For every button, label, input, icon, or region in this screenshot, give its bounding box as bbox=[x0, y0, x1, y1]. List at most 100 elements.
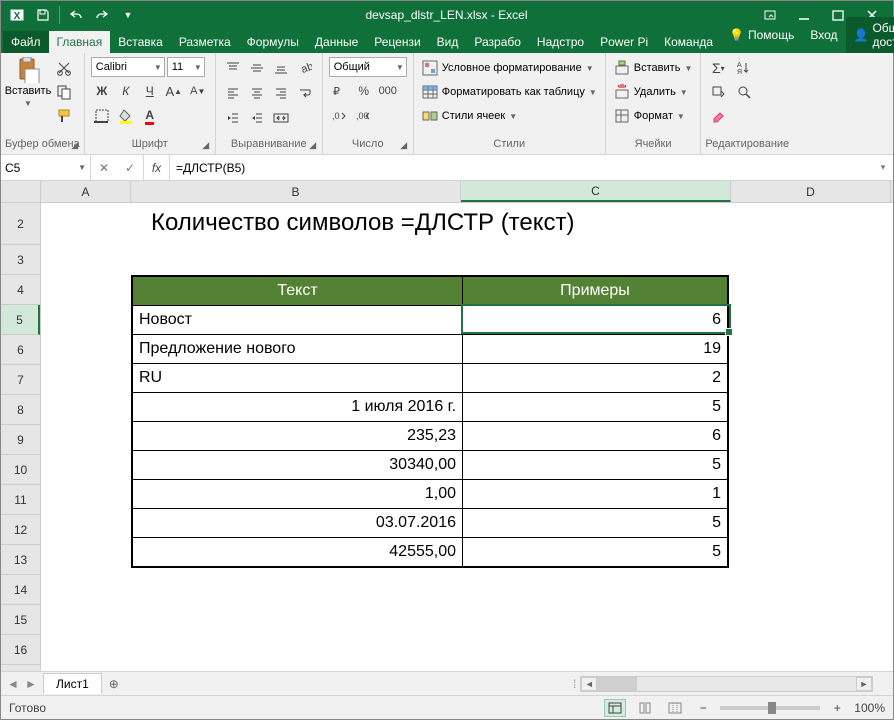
decrease-indent-icon[interactable] bbox=[222, 107, 244, 129]
table-cell-text[interactable]: 03.07.2016 bbox=[133, 509, 463, 537]
table-cell-value[interactable]: 5 bbox=[463, 509, 727, 537]
table-cell-value[interactable]: 19 bbox=[463, 335, 727, 363]
sheet-nav-prev-icon[interactable]: ◄ bbox=[5, 675, 21, 693]
undo-icon[interactable] bbox=[64, 3, 88, 27]
page-break-view-icon[interactable] bbox=[664, 699, 686, 717]
table-cell-value[interactable]: 6 bbox=[463, 422, 727, 450]
align-top-icon[interactable] bbox=[222, 57, 244, 79]
scroll-right-icon[interactable]: ► bbox=[856, 677, 872, 691]
table-cell-text[interactable]: 235,23 bbox=[133, 422, 463, 450]
cell-styles-button[interactable]: Стили ячеек▼ bbox=[420, 105, 599, 127]
italic-icon[interactable]: К bbox=[115, 80, 137, 102]
cancel-formula-icon[interactable]: ✕ bbox=[91, 155, 117, 181]
autosum-icon[interactable]: Σ▾ bbox=[707, 57, 729, 79]
format-as-table-button[interactable]: Форматировать как таблицу▼ bbox=[420, 81, 599, 103]
underline-icon[interactable]: Ч bbox=[139, 80, 161, 102]
row-header[interactable]: 8 bbox=[1, 395, 40, 425]
save-icon[interactable] bbox=[31, 3, 55, 27]
tab-addins[interactable]: Надстро bbox=[529, 31, 592, 53]
row-header[interactable]: 16 bbox=[1, 635, 40, 665]
delete-cells-button[interactable]: Удалить▼ bbox=[612, 81, 695, 103]
row-header[interactable]: 7 bbox=[1, 365, 40, 395]
align-left-icon[interactable] bbox=[222, 82, 244, 104]
align-right-icon[interactable] bbox=[270, 82, 292, 104]
row-header[interactable]: 14 bbox=[1, 575, 40, 605]
worksheet-grid[interactable]: Количество символов =ДЛСТР (текст) Текст… bbox=[41, 203, 893, 671]
page-layout-view-icon[interactable] bbox=[634, 699, 656, 717]
zoom-level[interactable]: 100% bbox=[854, 701, 885, 715]
share-button[interactable]: 👤Общий доступ bbox=[846, 17, 894, 53]
column-header[interactable]: C bbox=[461, 181, 731, 202]
tab-home[interactable]: Главная bbox=[49, 31, 111, 53]
table-cell-text[interactable]: 1 июля 2016 г. bbox=[133, 393, 463, 421]
tab-insert[interactable]: Вставка bbox=[110, 31, 171, 53]
horizontal-scrollbar[interactable]: ◄ ► bbox=[580, 676, 873, 692]
percent-icon[interactable]: % bbox=[353, 80, 375, 102]
add-sheet-icon[interactable]: ⊕ bbox=[102, 677, 126, 691]
cut-icon[interactable] bbox=[53, 57, 75, 79]
tab-developer[interactable]: Разрабо bbox=[466, 31, 529, 53]
row-header[interactable]: 5 bbox=[1, 305, 40, 335]
row-header[interactable]: 12 bbox=[1, 515, 40, 545]
table-cell-value[interactable]: 1 bbox=[463, 480, 727, 508]
sort-filter-icon[interactable]: АЯ bbox=[733, 57, 755, 79]
row-header[interactable]: 15 bbox=[1, 605, 40, 635]
increase-decimal-icon[interactable]: ,0 bbox=[329, 105, 351, 127]
border-icon[interactable] bbox=[91, 105, 113, 127]
table-cell-value[interactable]: 5 bbox=[463, 451, 727, 479]
font-dialog-icon[interactable]: ◢ bbox=[199, 138, 213, 152]
clipboard-dialog-icon[interactable]: ◢ bbox=[68, 138, 82, 152]
zoom-slider[interactable] bbox=[720, 706, 820, 710]
sheet-tab[interactable]: Лист1 bbox=[43, 673, 102, 694]
table-cell-text[interactable]: 42555,00 bbox=[133, 538, 463, 566]
merge-center-icon[interactable] bbox=[270, 107, 292, 129]
table-cell-value[interactable]: 5 bbox=[463, 393, 727, 421]
font-color-icon[interactable]: А bbox=[139, 105, 161, 127]
copy-icon[interactable] bbox=[53, 81, 75, 103]
tab-layout[interactable]: Разметка bbox=[171, 31, 239, 53]
formula-input[interactable]: =ДЛСТР(B5) bbox=[170, 155, 873, 180]
column-header[interactable]: B bbox=[131, 181, 461, 202]
table-cell-text[interactable]: Предложение нового bbox=[133, 335, 463, 363]
font-name-select[interactable]: Calibri▼ bbox=[91, 57, 165, 77]
table-cell-text[interactable]: 1,00 bbox=[133, 480, 463, 508]
orientation-icon[interactable]: ab bbox=[294, 57, 316, 79]
tab-formulas[interactable]: Формулы bbox=[239, 31, 307, 53]
table-cell-text[interactable]: Новост bbox=[133, 306, 463, 334]
table-cell-value[interactable]: 5 bbox=[463, 538, 727, 566]
increase-font-icon[interactable]: A▲ bbox=[163, 80, 185, 102]
number-dialog-icon[interactable]: ◢ bbox=[397, 138, 411, 152]
alignment-dialog-icon[interactable]: ◢ bbox=[306, 138, 320, 152]
zoom-out-icon[interactable]: − bbox=[694, 701, 712, 715]
scroll-thumb[interactable] bbox=[597, 677, 637, 691]
row-header[interactable]: 13 bbox=[1, 545, 40, 575]
paste-button[interactable]: Вставить ▼ bbox=[7, 57, 49, 108]
table-cell-value[interactable]: 6 bbox=[463, 306, 727, 334]
find-select-icon[interactable] bbox=[733, 81, 755, 103]
zoom-in-icon[interactable]: + bbox=[828, 701, 846, 715]
tab-team[interactable]: Команда bbox=[656, 31, 721, 53]
qat-customize-icon[interactable]: ▼ bbox=[116, 3, 140, 27]
row-header[interactable]: 4 bbox=[1, 275, 40, 305]
number-format-select[interactable]: Общий▼ bbox=[329, 57, 407, 77]
row-header[interactable]: 11 bbox=[1, 485, 40, 515]
fill-icon[interactable] bbox=[707, 81, 729, 103]
sheet-nav-next-icon[interactable]: ► bbox=[23, 675, 39, 693]
conditional-formatting-button[interactable]: Условное форматирование▼ bbox=[420, 57, 599, 79]
name-box[interactable]: C5▼ bbox=[1, 155, 91, 180]
tab-review[interactable]: Рецензи bbox=[366, 31, 428, 53]
redo-icon[interactable] bbox=[90, 3, 114, 27]
table-cell-value[interactable]: 2 bbox=[463, 364, 727, 392]
format-cells-button[interactable]: Формат▼ bbox=[612, 105, 695, 127]
normal-view-icon[interactable] bbox=[604, 699, 626, 717]
tell-me[interactable]: 💡Помощь bbox=[721, 24, 802, 46]
insert-cells-button[interactable]: Вставить▼ bbox=[612, 57, 695, 79]
tab-powerpivot[interactable]: Power Pi bbox=[592, 31, 656, 53]
fill-color-icon[interactable] bbox=[115, 105, 137, 127]
clear-icon[interactable] bbox=[707, 105, 729, 127]
align-center-icon[interactable] bbox=[246, 82, 268, 104]
currency-icon[interactable]: ₽ bbox=[329, 80, 351, 102]
tab-file[interactable]: Файл bbox=[3, 31, 49, 53]
table-cell-text[interactable]: 30340,00 bbox=[133, 451, 463, 479]
column-header[interactable]: A bbox=[41, 181, 131, 202]
